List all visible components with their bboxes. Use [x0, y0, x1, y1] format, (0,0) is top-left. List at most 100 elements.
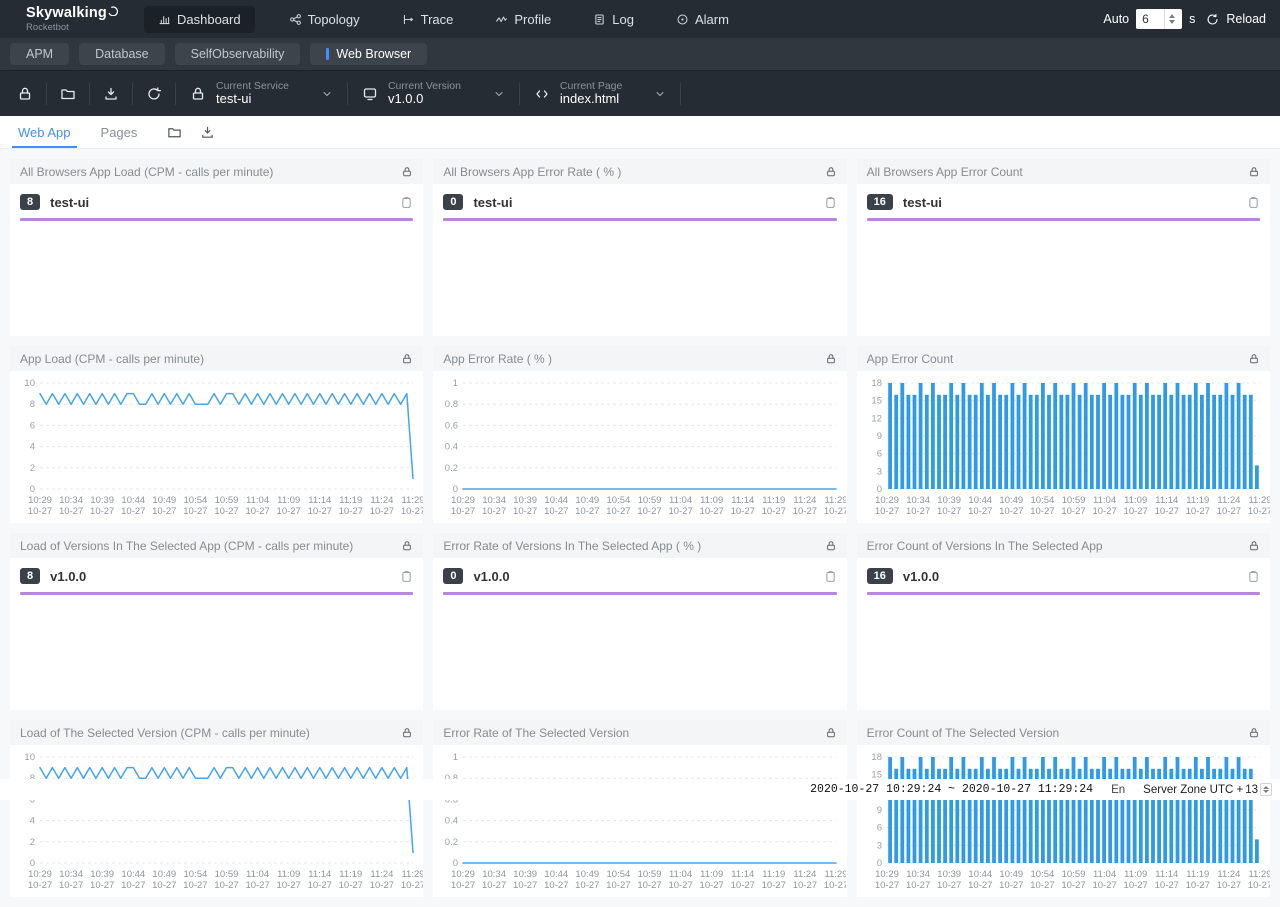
- lock-edit-button[interactable]: [4, 86, 46, 102]
- current-page-selector[interactable]: Current Page index.html: [520, 80, 680, 107]
- server-zone-stepper[interactable]: [1260, 783, 1272, 796]
- lock-icon[interactable]: [1248, 166, 1260, 178]
- server-zone-value: 13: [1245, 784, 1258, 796]
- list-item[interactable]: 0 test-ui: [433, 184, 846, 215]
- svg-text:0: 0: [30, 858, 35, 869]
- lock-icon[interactable]: [401, 353, 413, 365]
- list-item[interactable]: 0 v1.0.0: [433, 558, 846, 589]
- dashboard-tab-database[interactable]: Database: [79, 43, 165, 65]
- nav-item-topology[interactable]: Topology: [281, 6, 368, 33]
- lock-icon[interactable]: [401, 540, 413, 552]
- svg-text:11:24: 11:24: [794, 495, 817, 506]
- svg-text:10:29: 10:29: [875, 869, 899, 880]
- svg-text:10-27: 10-27: [1092, 880, 1116, 891]
- svg-text:10-27: 10-27: [214, 506, 238, 517]
- item-badge: 16: [867, 194, 893, 210]
- lock-icon[interactable]: [1248, 540, 1260, 552]
- tab-web-app[interactable]: Web App: [12, 116, 77, 148]
- svg-text:10-27: 10-27: [308, 880, 332, 891]
- svg-text:10-27: 10-27: [1216, 506, 1240, 517]
- svg-text:11:24: 11:24: [1217, 869, 1240, 880]
- lock-icon[interactable]: [1248, 353, 1260, 365]
- copy-icon[interactable]: [1247, 570, 1260, 583]
- svg-text:10-27: 10-27: [731, 506, 755, 517]
- export-download-button[interactable]: [90, 86, 132, 102]
- svg-text:10-27: 10-27: [245, 880, 269, 891]
- svg-text:10:59: 10:59: [1061, 495, 1085, 506]
- dashboard-tab-selfobservability[interactable]: SelfObservability: [175, 43, 301, 65]
- current-version-selector[interactable]: Current Version v1.0.0: [348, 80, 519, 107]
- nav-item-label: Dashboard: [177, 12, 241, 27]
- card-all-browsers-app-error-count: All Browsers App Error Count 16 test-ui: [857, 159, 1270, 336]
- card-error-rate-of-versions: Error Rate of Versions In The Selected A…: [433, 533, 846, 710]
- lock-icon[interactable]: [825, 166, 837, 178]
- auto-refresh-stepper[interactable]: [1164, 9, 1179, 29]
- nav-item-log[interactable]: Log: [585, 6, 642, 33]
- lock-icon[interactable]: [401, 166, 413, 178]
- folder-icon[interactable]: [167, 125, 182, 140]
- svg-text:11:19: 11:19: [1186, 869, 1209, 880]
- nav-item-trace[interactable]: Trace: [394, 6, 462, 33]
- svg-text:6: 6: [30, 420, 35, 431]
- card-header: All Browsers App Error Rate ( % ): [433, 159, 846, 184]
- card-header: App Error Rate ( % ): [433, 346, 846, 371]
- selected-indicator-bar: [20, 218, 413, 221]
- svg-text:10-27: 10-27: [1154, 880, 1178, 891]
- dashboard-tab-web-browser[interactable]: Web Browser: [310, 43, 427, 65]
- current-service-selector[interactable]: Current Service test-ui: [176, 80, 347, 107]
- lock-icon[interactable]: [401, 727, 413, 739]
- list-item[interactable]: 16 v1.0.0: [857, 558, 1270, 589]
- nav-item-profile[interactable]: Profile: [487, 6, 559, 33]
- language-selector[interactable]: En: [1111, 784, 1125, 796]
- svg-text:10-27: 10-27: [277, 880, 301, 891]
- footer-bar: 2020-10-27 10:29:24 ~ 2020-10-27 11:29:2…: [0, 779, 1280, 800]
- copy-icon[interactable]: [400, 196, 413, 209]
- svg-text:11:14: 11:14: [1155, 495, 1178, 506]
- nav-item-alarm[interactable]: Alarm: [668, 6, 737, 33]
- copy-icon[interactable]: [1247, 196, 1260, 209]
- copy-icon[interactable]: [824, 196, 837, 209]
- refresh-templates-button[interactable]: [133, 86, 175, 102]
- time-range-picker[interactable]: 2020-10-27 10:29:24 ~ 2020-10-27 11:29:2…: [810, 783, 1093, 796]
- svg-text:10:44: 10:44: [545, 495, 569, 506]
- card-header: App Error Count: [857, 346, 1270, 371]
- list-item[interactable]: 8 test-ui: [10, 184, 423, 215]
- lock-icon[interactable]: [1248, 727, 1260, 739]
- svg-text:11:14: 11:14: [732, 869, 755, 880]
- copy-icon[interactable]: [824, 570, 837, 583]
- svg-text:10-27: 10-27: [183, 506, 207, 517]
- nav-item-dashboard[interactable]: Dashboard: [144, 6, 255, 33]
- dashboard-tab-apm[interactable]: APM: [10, 43, 69, 65]
- auto-refresh-input[interactable]: [1136, 9, 1164, 29]
- import-folder-button[interactable]: [47, 86, 89, 102]
- item-label: test-ui: [903, 195, 942, 210]
- list-item[interactable]: 16 test-ui: [857, 184, 1270, 215]
- tab-pages[interactable]: Pages: [95, 116, 144, 148]
- lock-icon[interactable]: [825, 727, 837, 739]
- svg-text:10-27: 10-27: [1248, 506, 1270, 517]
- version-error-rate-line-chart: 00.20.40.60.8110:2910-2710:3410-2710:391…: [433, 745, 846, 897]
- monitor-icon: [362, 86, 378, 102]
- lock-icon[interactable]: [825, 540, 837, 552]
- reload-icon[interactable]: [1206, 13, 1219, 26]
- comet-icon: [108, 6, 118, 16]
- svg-text:10-27: 10-27: [401, 506, 423, 517]
- svg-text:11:24: 11:24: [1217, 495, 1240, 506]
- copy-icon[interactable]: [400, 570, 413, 583]
- svg-text:2: 2: [30, 837, 35, 848]
- svg-text:11:09: 11:09: [700, 495, 723, 506]
- svg-text:10-27: 10-27: [59, 506, 83, 517]
- item-label: test-ui: [50, 195, 89, 210]
- download-icon[interactable]: [200, 125, 215, 140]
- lock-icon[interactable]: [825, 353, 837, 365]
- svg-text:11:19: 11:19: [339, 869, 362, 880]
- svg-text:10:34: 10:34: [59, 495, 83, 506]
- svg-text:10-27: 10-27: [906, 880, 930, 891]
- selected-indicator-bar: [867, 218, 1260, 221]
- reload-button[interactable]: Reload: [1226, 12, 1266, 26]
- tab-label: Web App: [18, 125, 71, 140]
- svg-text:10-27: 10-27: [28, 880, 52, 891]
- list-item[interactable]: 8 v1.0.0: [10, 558, 423, 589]
- svg-text:11:14: 11:14: [732, 495, 755, 506]
- svg-text:10:34: 10:34: [906, 869, 930, 880]
